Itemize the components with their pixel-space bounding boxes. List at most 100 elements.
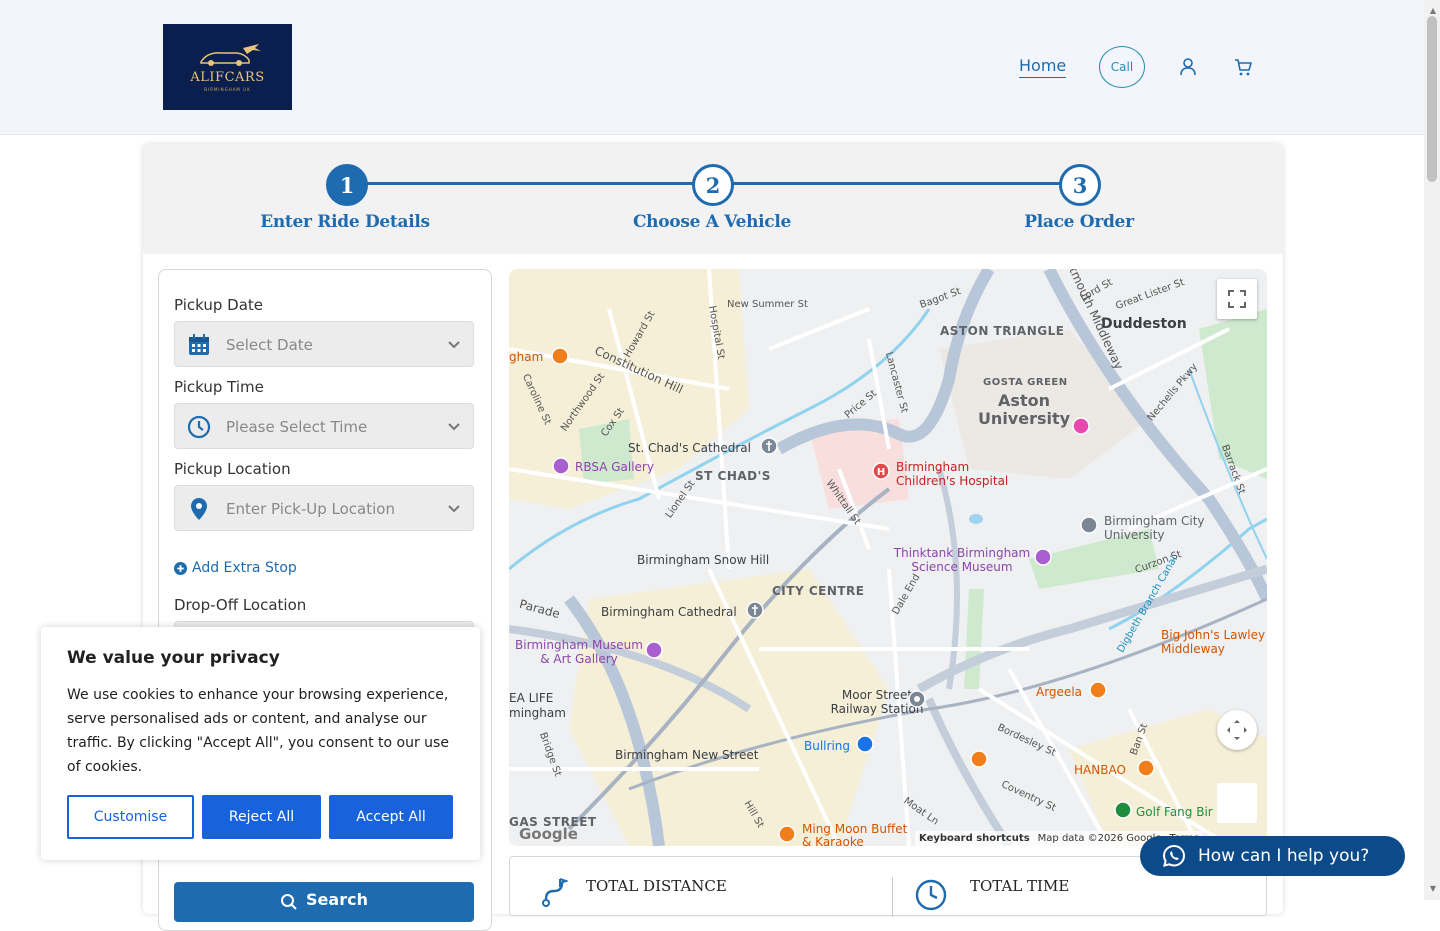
map-label-thinktank: Thinktank Birmingham Science Museum [893,546,1031,574]
hospital-marker-icon[interactable]: H [872,462,890,482]
add-extra-stop-text: Add Extra Stop [192,560,297,576]
whatsapp-chat-button[interactable]: How can I help you? [1140,836,1405,876]
logo-subtext: BIRMINGHAM UK [204,87,251,92]
pickup-time-field[interactable]: Please Select Time [174,403,474,449]
total-time-icon [915,879,947,911]
cookie-reject-all-button[interactable]: Reject All [202,795,321,839]
pickup-location-placeholder: Enter Pick-Up Location [226,500,395,518]
golf-marker-icon[interactable] [1114,801,1132,821]
site-header: ALIFCARS BIRMINGHAM UK Home Call [0,0,1424,135]
pickup-time-placeholder: Please Select Time [226,418,368,436]
university-marker-icon[interactable] [1080,516,1098,536]
clock-icon [187,415,211,439]
cart-icon[interactable] [1233,57,1253,77]
museum-marker-icon[interactable] [1034,548,1052,568]
whatsapp-icon [1162,844,1186,867]
location-pin-icon [191,498,207,520]
shopping-marker-icon[interactable] [1072,417,1090,437]
scroll-up-arrow-icon[interactable]: ▲ [1430,6,1436,15]
progress-steps: 1 2 3 Enter Ride Details Choose A Vehicl… [143,144,1283,254]
total-distance-label: TOTAL DISTANCE [586,877,727,895]
totals-divider [892,877,893,917]
page-scrollbar[interactable]: ▲ ▼ [1424,0,1440,900]
map-label-birmingham-cathedral: Birmingham Cathedral [601,605,737,619]
cookie-description: We use cookies to enhance your browsing … [67,687,449,775]
station-marker-icon[interactable] [908,690,926,710]
svg-text:H: H [877,467,885,478]
pickup-location-field[interactable]: Enter Pick-Up Location [174,485,474,531]
total-time-label: TOTAL TIME [970,877,1070,895]
car-plane-logo-icon [199,44,261,66]
step-connector [363,182,693,185]
camera-control-icon [1227,720,1247,740]
map-label-gham: gham [509,350,544,364]
site-logo[interactable]: ALIFCARS BIRMINGHAM UK [163,24,292,110]
argeela-marker-icon[interactable] [1089,681,1107,701]
logo-text: ALIFCARS [190,70,265,85]
map-camera-control-button[interactable] [1217,710,1257,750]
search-icon [281,894,297,910]
pickup-date-field[interactable]: Select Date [174,321,474,367]
fullscreen-icon [1228,290,1246,308]
plus-circle-icon [174,561,187,575]
ming-moon-marker-icon[interactable] [778,825,796,845]
map-label-gosta-green: GOSTA GREEN [983,377,1068,388]
step-1-circle: 1 [326,164,368,206]
nav-call-button[interactable]: Call [1099,46,1145,88]
church-marker-icon[interactable] [760,437,778,457]
user-icon[interactable] [1178,57,1198,77]
map-label-sea-life: EA LIFE mingham [509,691,566,720]
route-map[interactable]: ASTON TRIANGLE Duddeston GOSTA GREEN Ast… [509,269,1267,846]
map-label-golf-fang: Golf Fang Bir [1136,805,1213,819]
map-data-text: Map data ©2026 Google [1037,833,1162,844]
chevron-down-icon [448,423,460,431]
museum-art-marker-icon[interactable] [645,641,663,661]
google-logo: Google [519,825,578,843]
step-connector [731,182,1061,185]
step-3-label: Place Order [1024,212,1134,232]
street-new-summer-st: New Summer St [727,299,808,310]
pickup-date-label: Pickup Date [174,296,264,314]
gallery-marker-icon[interactable] [552,457,570,477]
scrollbar-thumb[interactable] [1427,16,1437,182]
map-label-rbsa-gallery: RBSA Gallery [575,460,654,474]
bullring-marker-icon[interactable] [856,735,874,755]
nav-home-link[interactable]: Home [1019,56,1067,78]
map-fullscreen-button[interactable] [1217,279,1257,319]
map-label-city-centre: CITY CENTRE [772,584,865,598]
map-label-bullring: Bullring [804,739,850,753]
map-label-st-chads-cathedral: St. Chad's Cathedral [628,441,751,455]
cookie-accept-all-button[interactable]: Accept All [329,795,453,839]
add-extra-stop-link[interactable]: Add Extra Stop [174,560,297,576]
step-2-label: Choose A Vehicle [632,212,792,232]
map-label-hanbao: HANBAO [1074,763,1126,777]
map-pegman-button[interactable] [1217,783,1257,823]
whatsapp-chat-label: How can I help you? [1198,846,1370,866]
scroll-down-arrow-icon[interactable]: ▼ [1430,884,1436,893]
food-marker-icon[interactable] [970,750,988,770]
cookie-customise-button[interactable]: Customise [67,795,194,839]
hanbao-marker-icon[interactable] [1137,759,1155,779]
step-1-label: Enter Ride Details [260,212,430,232]
map-label-duddeston: Duddeston [1101,316,1187,332]
calendar-icon [189,334,209,355]
cookie-consent-banner: We value your privacy We use cookies to … [41,627,480,860]
map-label-aston-university: Aston University [977,391,1071,428]
cookie-title: We value your privacy [67,648,280,668]
cathedral-marker-icon[interactable] [746,601,764,621]
pickup-time-label: Pickup Time [174,378,264,396]
map-label-snow-hill: Birmingham Snow Hill [637,553,770,567]
map-label-ming-moon: Ming Moon Buffet & Karaoke [802,822,908,847]
route-distance-icon [542,878,568,907]
map-label-childrens-hospital: Birmingham Children's Hospital [896,460,1009,488]
chevron-down-icon [448,505,460,513]
map-label-big-johns: Big John's Lawley Middleway [1161,628,1266,656]
map-label-aston-triangle: ASTON TRIANGLE [940,324,1065,338]
keyboard-shortcuts-link[interactable]: Keyboard shortcuts [919,833,1030,844]
pickup-date-placeholder: Select Date [226,336,313,354]
map-label-new-street: Birmingham New Street [615,748,759,762]
map-label-bcu: Birmingham City University [1104,514,1205,542]
chevron-down-icon [448,341,460,349]
restaurant-marker-icon[interactable] [551,347,569,367]
search-button[interactable]: Search [174,882,474,922]
